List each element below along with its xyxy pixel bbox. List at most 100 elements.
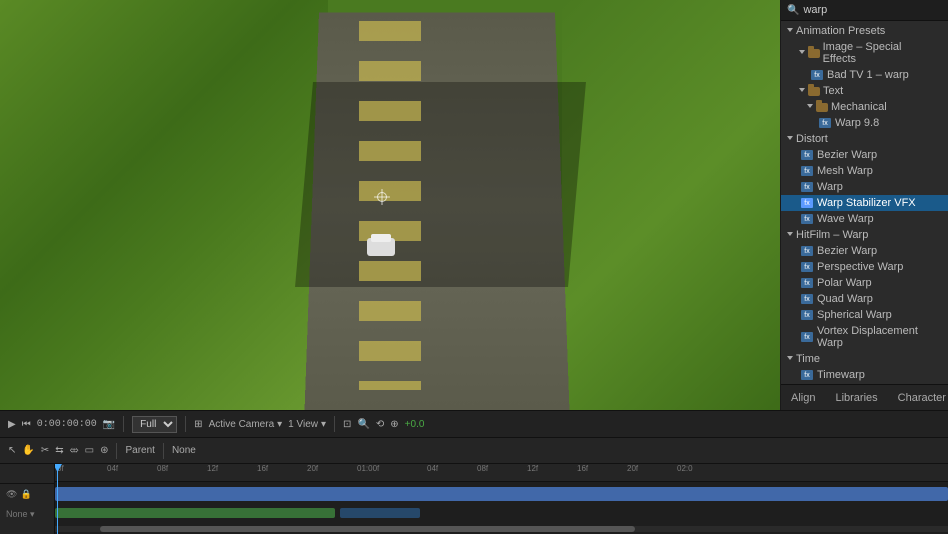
parent-label: Parent (125, 445, 154, 456)
viewer-toolbar: ▶ ⏮ 0:00:00:00 📷 Full ⊞ Active Camera ▾ … (0, 410, 948, 438)
divider (163, 443, 164, 459)
timeline-tool-roto[interactable]: ▭ (85, 445, 94, 456)
effect-quad-warp[interactable]: fx Quad Warp (781, 291, 948, 307)
camera-icon: 📷 (103, 419, 115, 430)
fit-icon[interactable]: ⊡ (343, 419, 351, 430)
quality-select[interactable]: Full (132, 416, 177, 433)
lock-icon[interactable]: 🔒 (20, 489, 31, 500)
track-area[interactable]: 0f 04f 08f 12f 16f 20f 01:00f 04f 08f 12… (55, 464, 948, 534)
plus-value: +0.0 (405, 419, 425, 430)
effect-label: Mesh Warp (817, 165, 873, 177)
ruler-mark-20f: 20f (307, 464, 318, 473)
camera-label: Active Camera (209, 419, 275, 430)
fx-icon: fx (801, 198, 813, 208)
timeline-tool-razor[interactable]: ✂ (41, 445, 49, 456)
play-btn[interactable]: ▶ (8, 419, 16, 430)
fx-icon: fx (801, 278, 813, 288)
ruler-mark-20f2: 20f (627, 464, 638, 473)
snap-icon[interactable]: ⊕ (390, 419, 398, 430)
effect-polar-warp[interactable]: fx Polar Warp (781, 275, 948, 291)
folder-image-special-effects[interactable]: Image – Special Effects (781, 39, 948, 67)
effect-warp[interactable]: fx Warp (781, 179, 948, 195)
none-label: None (172, 445, 196, 456)
effect-spherical-warp[interactable]: fx Spherical Warp (781, 307, 948, 323)
effects-panel: 🔍 ✕ Animation Presets Image – Special Ef… (780, 0, 948, 410)
scrollbar-thumb[interactable] (100, 526, 636, 532)
effect-wave-warp[interactable]: fx Wave Warp (781, 211, 948, 227)
category-time[interactable]: Time (781, 351, 948, 367)
track-1 (55, 484, 948, 504)
folder-mechanical[interactable]: Mechanical (781, 99, 948, 115)
eye-icon[interactable]: 👁 (6, 489, 17, 500)
effect-label: Warp (817, 181, 843, 193)
tab-libraries[interactable]: Libraries (825, 385, 887, 410)
effect-label: Bezier Warp (817, 149, 877, 161)
zoom-icon[interactable]: 🔍 (357, 419, 369, 430)
tab-character[interactable]: Character (888, 385, 948, 410)
search-input[interactable] (803, 4, 945, 16)
effect-label: Bezier Warp (817, 245, 877, 257)
timeline-section: ↖ ✋ ✂ ⇆ ⤄ ▭ ⊛ Parent None 👁 🔒 None ▾ (0, 438, 948, 534)
view-select[interactable]: 1 View ▾ (288, 419, 326, 430)
effect-mesh-warp[interactable]: fx Mesh Warp (781, 163, 948, 179)
timeline-ruler: 0f 04f 08f 12f 16f 20f 01:00f 04f 08f 12… (55, 464, 948, 482)
triangle-icon (787, 28, 793, 35)
quality-label: Full (132, 416, 177, 433)
camera-select[interactable]: Active Camera ▾ (209, 419, 283, 430)
track-2 (55, 506, 948, 522)
transform-icon[interactable]: ⟲ (376, 419, 384, 430)
effect-bezier-warp-hitfilm[interactable]: fx Bezier Warp (781, 243, 948, 259)
fx-icon: fx (819, 118, 831, 128)
folder-label: Image – Special Effects (823, 41, 934, 65)
fx-icon: fx (801, 150, 813, 160)
fx-icon: fx (801, 182, 813, 192)
grid-icon[interactable]: ⊞ (194, 419, 202, 430)
tab-align[interactable]: Align (781, 385, 825, 410)
fx-icon: fx (801, 370, 813, 380)
road-shadow (295, 82, 586, 287)
category-hitfilm-warp[interactable]: HitFilm – Warp (781, 227, 948, 243)
timeline-tool-select[interactable]: ↖ (8, 445, 16, 456)
category-animation-presets[interactable]: Animation Presets (781, 23, 948, 39)
category-distort[interactable]: Distort (781, 131, 948, 147)
effect-perspective-warp[interactable]: fx Perspective Warp (781, 259, 948, 275)
timeline-scrollbar[interactable] (55, 526, 948, 532)
ruler-mark-12f: 12f (207, 464, 218, 473)
triangle-icon (799, 50, 805, 57)
field-left (0, 0, 328, 410)
triangle-icon (787, 136, 793, 143)
effect-label: Warp Stabilizer VFX (817, 197, 916, 209)
effect-bezier-warp-distort[interactable]: fx Bezier Warp (781, 147, 948, 163)
track-bar-3[interactable] (340, 508, 420, 518)
effect-warp-stabilizer-vfx[interactable]: fx Warp Stabilizer VFX (781, 195, 948, 211)
fx-icon: fx (801, 262, 813, 272)
folder-text[interactable]: Text (781, 83, 948, 99)
timeline-tool-anchor[interactable]: ⊛ (100, 445, 108, 456)
track-labels: 👁 🔒 None ▾ (0, 464, 55, 534)
effect-bad-tv-warp[interactable]: fx Bad TV 1 – warp (781, 67, 948, 83)
playhead[interactable] (57, 464, 58, 534)
track-bar-1[interactable] (55, 487, 948, 501)
ruler-mark-1min: 01:00f (357, 464, 379, 473)
timeline-content: 👁 🔒 None ▾ 0f 04f 08f 12f 16f (0, 464, 948, 534)
effect-label: Vortex Displacement Warp (817, 325, 928, 349)
effect-timewarp[interactable]: fx Timewarp (781, 367, 948, 383)
effect-vortex-displacement-warp[interactable]: fx Vortex Displacement Warp (781, 323, 948, 351)
effect-label: Quad Warp (817, 293, 873, 305)
top-section: 🔍 ✕ Animation Presets Image – Special Ef… (0, 0, 948, 410)
search-icon: 🔍 (787, 5, 799, 16)
category-label: HitFilm – Warp (796, 229, 868, 241)
triangle-icon (799, 88, 805, 95)
timeline-tool-slip[interactable]: ⇆ (55, 445, 63, 456)
timeline-tool-slide[interactable]: ⤄ (70, 445, 79, 456)
ruler-mark-12f2: 12f (527, 464, 538, 473)
ruler-mark-08f2: 08f (477, 464, 488, 473)
track-bar-2[interactable] (55, 508, 335, 518)
viewport[interactable] (0, 0, 780, 410)
step-back-btn[interactable]: ⏮ (22, 419, 31, 430)
divider (334, 416, 335, 432)
effect-warp-9-8[interactable]: fx Warp 9.8 (781, 115, 948, 131)
track-label-2: None ▾ (0, 504, 54, 524)
timeline-tool-pan[interactable]: ✋ (22, 445, 34, 456)
ruler-spacer (0, 466, 54, 484)
